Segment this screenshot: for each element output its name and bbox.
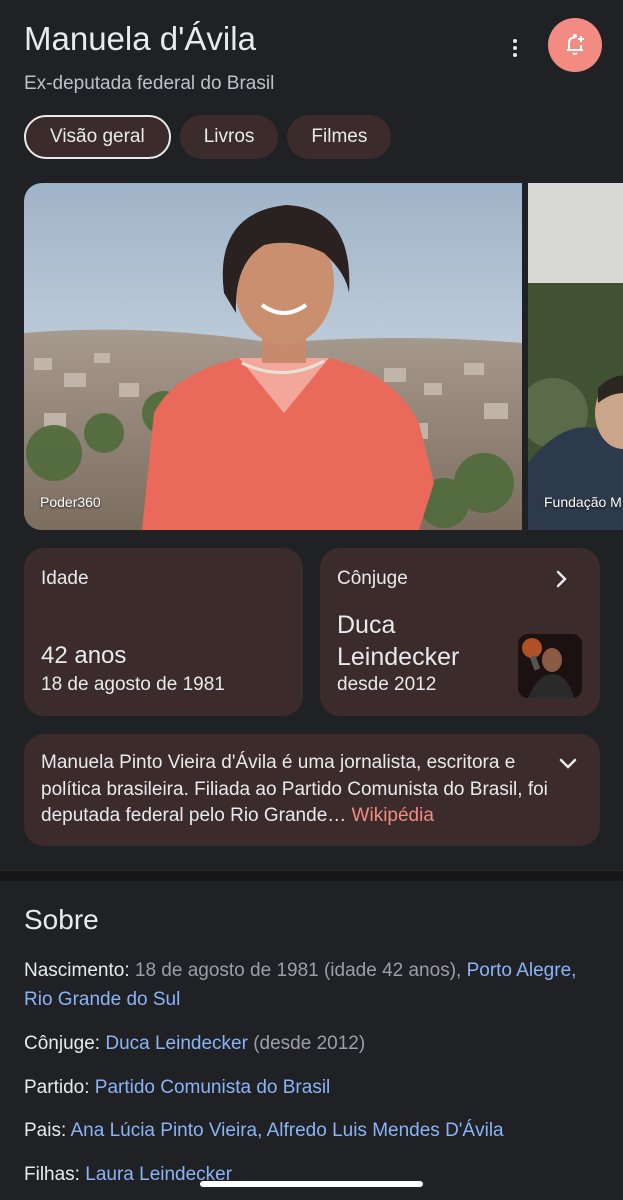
add-alert-button[interactable]	[548, 18, 602, 72]
home-indicator[interactable]	[200, 1181, 423, 1187]
image-carousel[interactable]: Poder360 Fundação M	[24, 183, 623, 530]
description-body: Manuela Pinto Vieira d'Ávila é uma jorna…	[41, 752, 548, 826]
fact-label: Filhas:	[24, 1164, 86, 1185]
section-divider	[0, 870, 623, 881]
fact-label: Cônjuge:	[24, 1033, 106, 1054]
about-heading: Sobre	[24, 904, 99, 935]
more-vert-icon	[513, 39, 517, 43]
age-card: Idade 42 anos 18 de agosto de 1981	[24, 548, 303, 716]
chip-livros[interactable]: Livros	[179, 115, 279, 159]
spouse-thumbnail[interactable]	[518, 634, 582, 698]
portrait-photo	[24, 183, 522, 530]
spouse-name[interactable]: Duca Leindecker	[337, 609, 487, 673]
age-label: Idade	[41, 568, 89, 589]
spouse-link[interactable]: Duca Leindecker	[105, 1033, 248, 1054]
spouse-photo	[518, 634, 582, 698]
fact-spouse: Cônjuge: Duca Leindecker (desde 2012)	[24, 1029, 584, 1058]
page-title: Manuela d'Ávila	[24, 20, 256, 57]
fact-value: 18 de agosto de 1981 (idade 42 anos),	[134, 960, 467, 981]
chip-visao-geral[interactable]: Visão geral	[24, 115, 171, 159]
image-source-label: Fundação M	[544, 494, 622, 510]
chip-filmes[interactable]: Filmes	[287, 115, 392, 159]
wikipedia-link[interactable]: Wikipédia	[352, 805, 434, 826]
fact-birth: Nascimento: 18 de agosto de 1981 (idade …	[24, 956, 584, 1014]
second-photo	[528, 183, 623, 530]
image-source-label: Poder360	[40, 494, 101, 510]
more-options-button[interactable]	[504, 28, 526, 68]
fact-parents: Pais: Ana Lúcia Pinto Vieira, Alfredo Lu…	[24, 1116, 584, 1145]
spouse-label: Cônjuge	[337, 568, 408, 589]
fact-label: Nascimento:	[24, 960, 135, 981]
fact-party: Partido: Partido Comunista do Brasil	[24, 1073, 584, 1102]
spouse-card[interactable]: Cônjuge Duca Leindecker desde 2012	[320, 548, 600, 716]
page-subtitle: Ex-deputada federal do Brasil	[24, 73, 275, 94]
filter-chips: Visão geral Livros Filmes	[24, 115, 392, 159]
chevron-down-icon[interactable]	[556, 752, 580, 774]
description-card[interactable]: Manuela Pinto Vieira d'Ávila é uma jorna…	[24, 734, 600, 846]
birth-date: 18 de agosto de 1981	[41, 674, 225, 695]
age-value: 42 anos	[41, 642, 127, 669]
fact-label: Pais:	[24, 1120, 71, 1141]
chevron-right-icon	[556, 570, 567, 588]
fact-value: (desde 2012)	[247, 1033, 366, 1054]
party-link[interactable]: Partido Comunista do Brasil	[95, 1077, 331, 1098]
gallery-image[interactable]: Fundação M	[528, 183, 623, 530]
fact-label: Partido:	[24, 1077, 95, 1098]
spouse-since: desde 2012	[337, 674, 437, 695]
add-alert-icon	[567, 33, 584, 55]
gallery-image[interactable]: Poder360	[24, 183, 522, 530]
parents-link[interactable]: Ana Lúcia Pinto Vieira, Alfredo Luis Men…	[70, 1120, 503, 1141]
description-text: Manuela Pinto Vieira d'Ávila é uma jorna…	[41, 750, 551, 830]
